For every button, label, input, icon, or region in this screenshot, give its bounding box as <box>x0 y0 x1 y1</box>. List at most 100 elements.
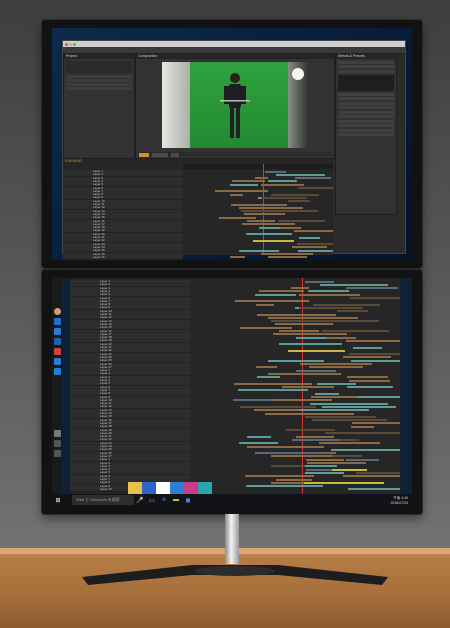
layer-duration-bar[interactable] <box>304 320 380 323</box>
layer-duration-bar[interactable] <box>231 203 288 206</box>
layer-duration-bar[interactable] <box>240 326 293 329</box>
layer-duration-bar[interactable] <box>277 220 326 222</box>
taskbar-search[interactable]: Web と Windows を検索 <box>72 495 134 505</box>
project-panel-tab[interactable]: Project <box>64 54 134 59</box>
layer-duration-bar[interactable] <box>331 448 400 451</box>
layer-duration-bar[interactable] <box>320 283 389 286</box>
layer-duration-bar[interactable] <box>246 233 292 236</box>
layer-duration-bar[interactable] <box>286 429 336 431</box>
layer-duration-bar[interactable] <box>322 330 390 332</box>
task-view-icon[interactable]: ▭ <box>147 495 157 505</box>
layer-duration-bar[interactable] <box>357 396 400 398</box>
calendar-icon[interactable] <box>53 328 61 335</box>
windows-start-icon[interactable]: ⊞ <box>53 495 63 505</box>
project-item[interactable] <box>66 83 132 86</box>
magnification-dropdown[interactable] <box>139 153 149 157</box>
layer-duration-bar[interactable] <box>270 193 319 196</box>
layer-duration-bar[interactable] <box>356 471 400 474</box>
timeline-layer-row[interactable]: Layer 27 <box>63 255 333 260</box>
project-item[interactable] <box>66 87 132 90</box>
layer-duration-bar[interactable] <box>254 452 326 455</box>
layer-duration-bar[interactable] <box>299 293 360 296</box>
store-icon[interactable] <box>53 348 61 355</box>
layer-duration-bar[interactable] <box>294 177 332 180</box>
layer-duration-bar[interactable] <box>239 442 279 445</box>
layer-duration-bar[interactable] <box>254 177 268 180</box>
layer-duration-bar[interactable] <box>308 290 350 293</box>
layer-duration-bar[interactable] <box>230 256 246 259</box>
layer-duration-bar[interactable] <box>343 475 400 478</box>
file-explorer-taskbar-icon[interactable]: ▬ <box>171 495 181 505</box>
mail-icon[interactable] <box>53 318 61 325</box>
layer-duration-bar[interactable] <box>219 190 267 193</box>
layer-duration-bar[interactable] <box>291 438 340 441</box>
layer-duration-bar[interactable] <box>299 409 370 412</box>
layer-duration-bar[interactable] <box>322 405 397 408</box>
layer-duration-bar[interactable] <box>282 386 334 389</box>
layer-duration-bar[interactable] <box>314 392 339 395</box>
layer-duration-bar[interactable] <box>246 485 323 488</box>
layer-duration-bar[interactable] <box>257 376 280 379</box>
layer-duration-bar[interactable] <box>348 379 390 382</box>
effects-panel-tab[interactable]: Effects & Presets <box>336 54 396 59</box>
system-clock[interactable]: 午後 4:40 2015/07/23 <box>390 496 408 505</box>
layer-duration-bar[interactable] <box>270 206 303 209</box>
layer-duration-bar[interactable] <box>326 336 356 339</box>
layer-duration-bar[interactable] <box>229 183 259 186</box>
layer-duration-bar[interactable] <box>291 246 327 249</box>
layer-duration-bar[interactable] <box>336 310 368 313</box>
layer-duration-bar[interactable] <box>351 425 375 428</box>
resolution-dropdown[interactable] <box>171 153 180 157</box>
preset-item[interactable] <box>338 92 394 96</box>
layer-duration-bar[interactable] <box>319 442 380 445</box>
edge-icon[interactable]: e <box>159 495 169 505</box>
layer-duration-bar[interactable] <box>243 213 286 216</box>
layer-duration-bar[interactable] <box>233 382 313 385</box>
layer-duration-bar[interactable] <box>347 386 394 389</box>
preset-item[interactable] <box>338 115 394 118</box>
people-icon[interactable] <box>53 338 61 345</box>
layer-duration-bar[interactable] <box>271 399 332 402</box>
layer-duration-bar[interactable] <box>350 297 400 299</box>
preset-item[interactable] <box>338 124 394 127</box>
layer-duration-bar[interactable] <box>294 229 328 232</box>
layer-duration-bar[interactable] <box>305 458 345 461</box>
layer-duration-bar[interactable] <box>316 382 356 385</box>
layer-duration-bar[interactable] <box>333 455 362 458</box>
layer-duration-bar[interactable] <box>253 239 294 242</box>
timeline-layer-row[interactable]: Layer 10 <box>70 487 400 492</box>
store-taskbar-icon[interactable]: ◼ <box>183 495 193 505</box>
layer-duration-bar[interactable] <box>347 488 400 491</box>
layer-duration-bar[interactable] <box>345 458 380 461</box>
layer-duration-bar[interactable] <box>276 389 308 392</box>
layer-duration-bar[interactable] <box>299 236 320 239</box>
time-ruler[interactable] <box>183 164 333 169</box>
preset-item[interactable] <box>338 101 394 105</box>
news-icon[interactable] <box>53 368 61 375</box>
preset-item[interactable] <box>338 119 394 123</box>
layer-duration-bar[interactable] <box>297 249 333 252</box>
preset-item[interactable] <box>338 97 394 100</box>
preset-item[interactable] <box>338 65 394 68</box>
weather-icon[interactable] <box>53 358 61 365</box>
settings-icon[interactable] <box>53 440 61 447</box>
layer-duration-bar[interactable] <box>268 359 324 362</box>
preset-item[interactable] <box>338 128 394 132</box>
layer-name-cell[interactable]: Layer 27 <box>63 255 183 260</box>
minimize-icon[interactable] <box>69 42 72 46</box>
layer-duration-bar[interactable] <box>345 339 392 342</box>
layer-duration-bar[interactable] <box>312 316 358 319</box>
layer-duration-bar[interactable] <box>268 256 307 259</box>
layer-duration-bar[interactable] <box>304 465 338 468</box>
layer-duration-bar[interactable] <box>310 402 388 405</box>
layer-duration-bar[interactable] <box>325 432 400 435</box>
layer-duration-bar[interactable] <box>348 353 400 356</box>
layer-duration-bar[interactable] <box>280 226 302 229</box>
layer-duration-bar[interactable] <box>267 372 341 375</box>
layer-duration-bar[interactable] <box>299 363 373 365</box>
layer-duration-bar[interactable] <box>261 196 307 199</box>
layer-duration-bar[interactable] <box>331 468 368 471</box>
layer-duration-bar[interactable] <box>297 187 333 189</box>
layer-duration-bar[interactable] <box>247 445 324 448</box>
maximize-icon[interactable] <box>73 42 76 46</box>
